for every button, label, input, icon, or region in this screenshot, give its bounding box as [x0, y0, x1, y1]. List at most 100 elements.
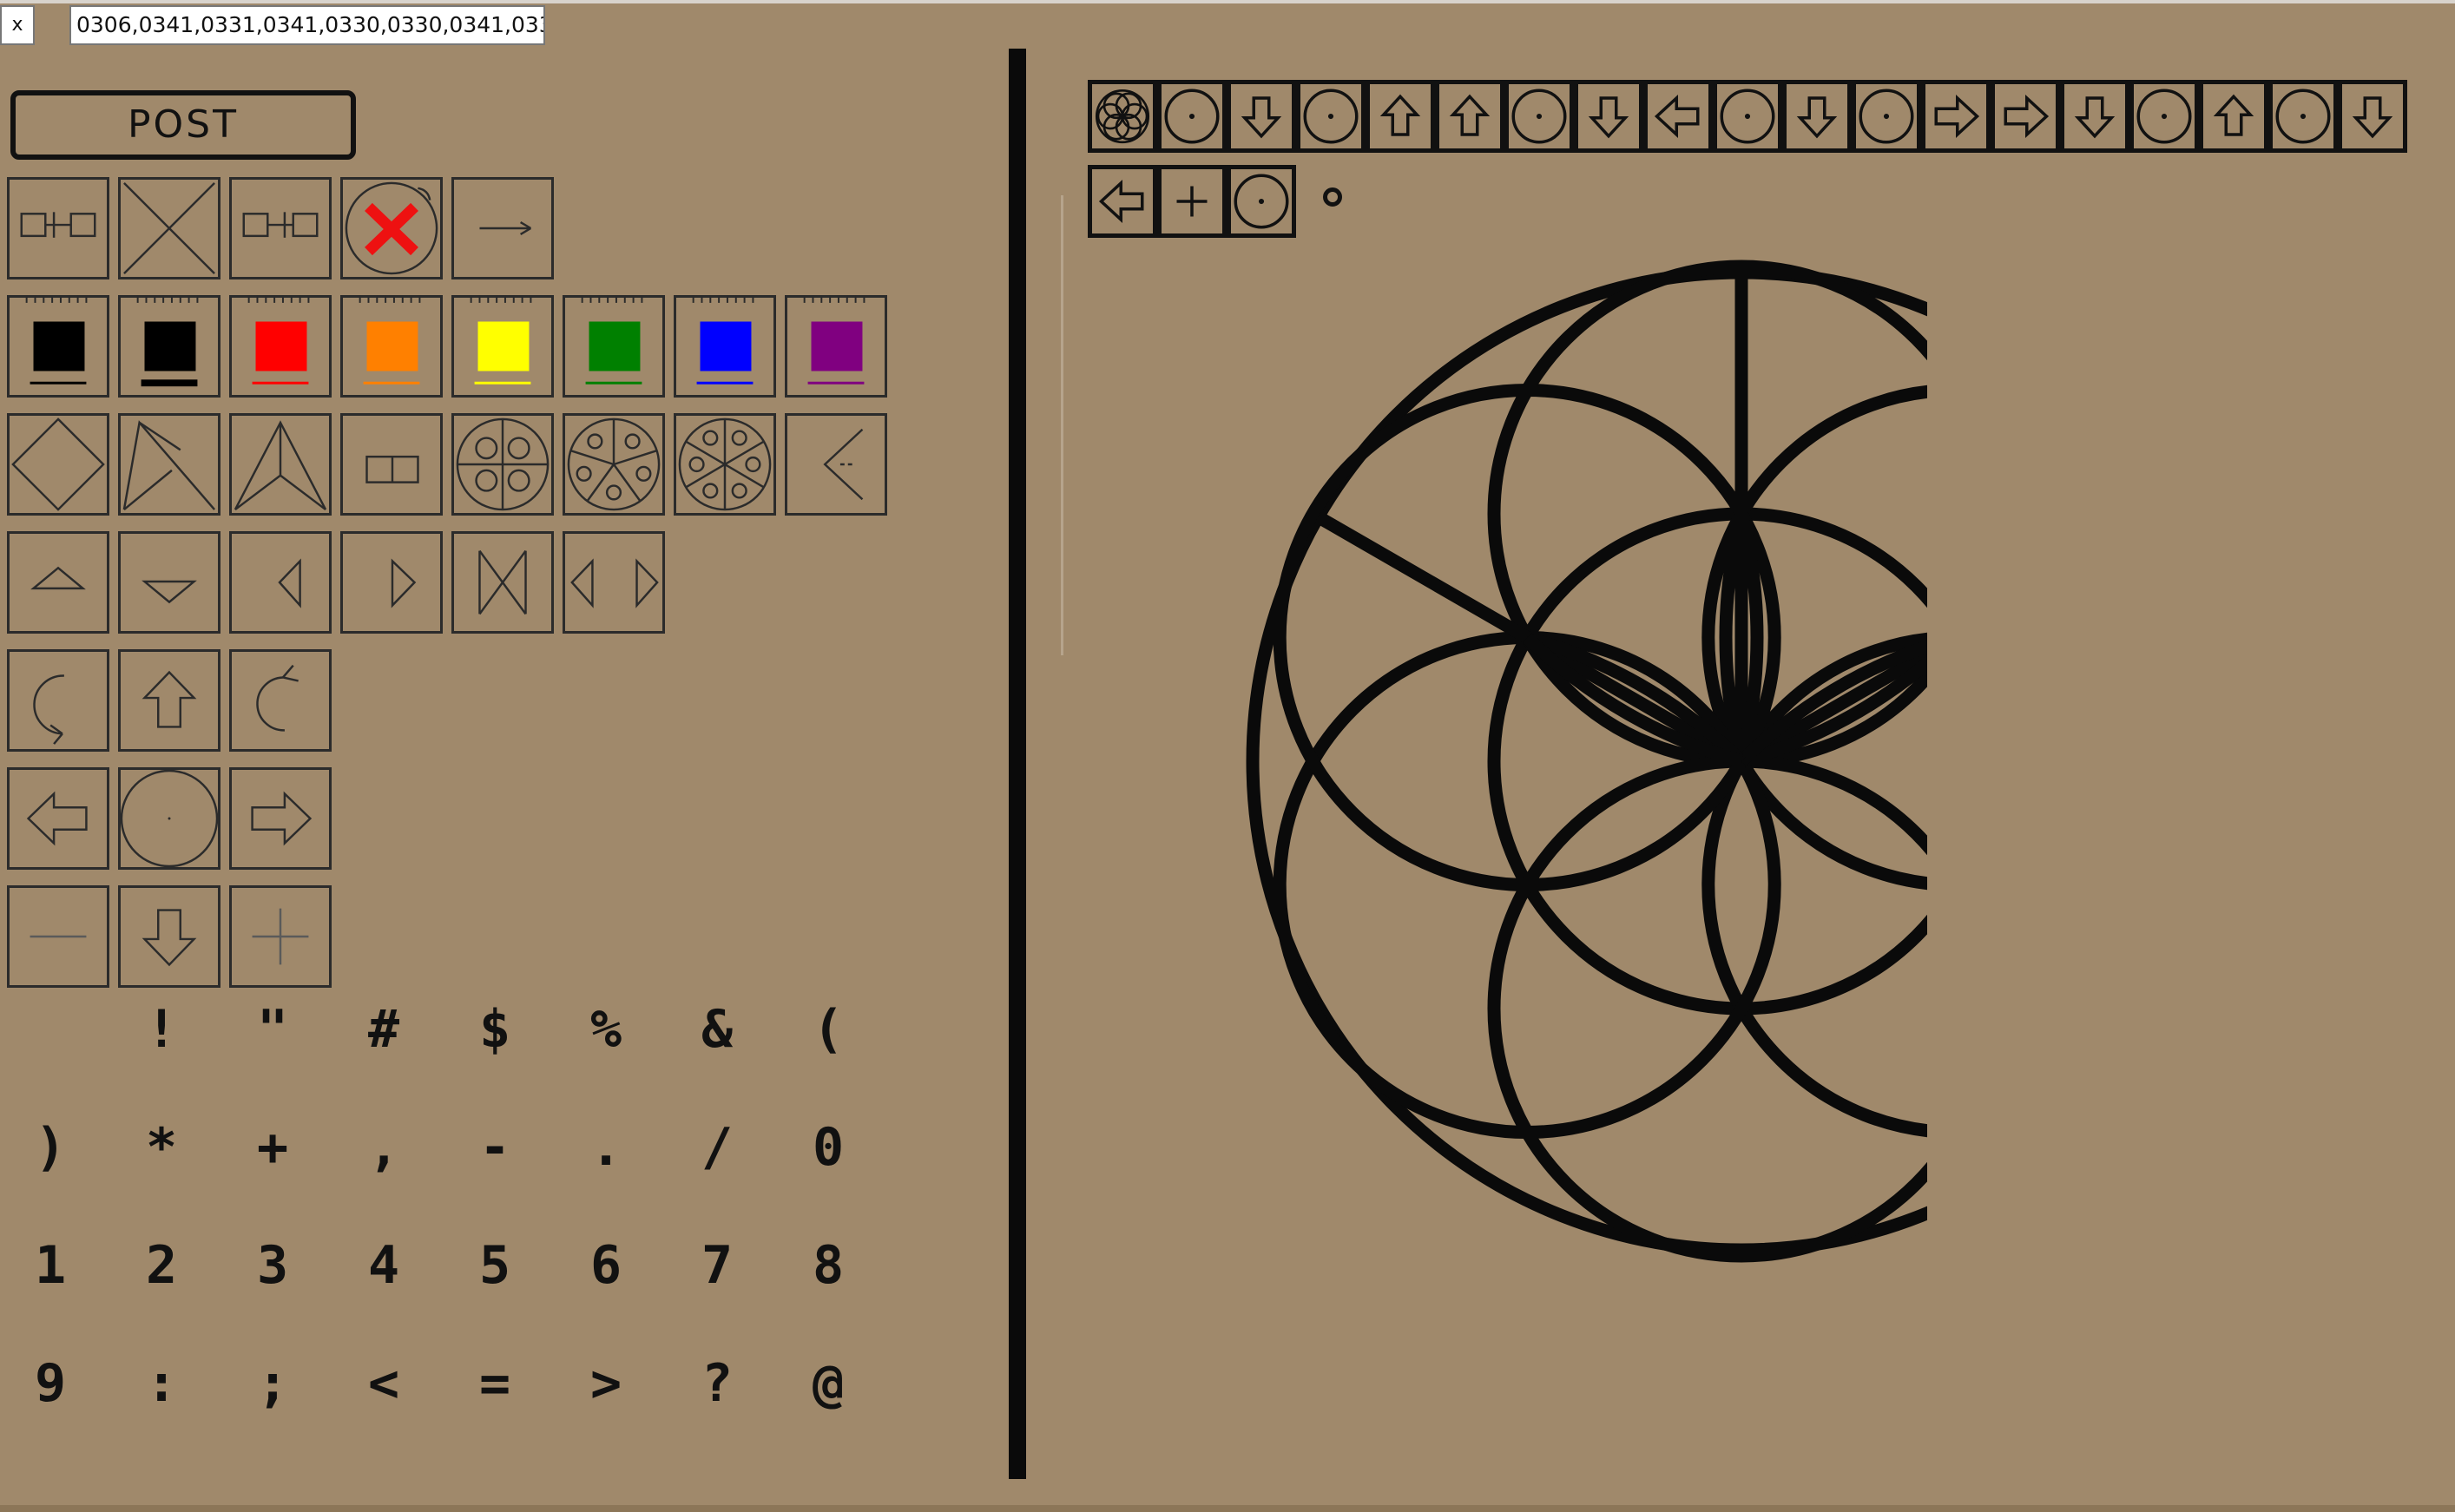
- symbol-key[interactable]: &: [682, 995, 752, 1064]
- seq-flower-icon[interactable]: [1088, 80, 1157, 153]
- black-thin-icon[interactable]: [7, 295, 109, 398]
- symbol-key[interactable]: 3: [238, 1231, 307, 1300]
- symbol-key[interactable]: *: [127, 1113, 196, 1182]
- yellow-icon[interactable]: [451, 295, 554, 398]
- center-circle-icon[interactable]: [118, 767, 220, 870]
- rect-icon[interactable]: [340, 413, 443, 516]
- close-button[interactable]: x: [0, 5, 35, 45]
- seq-dot-icon[interactable]: [1227, 165, 1296, 238]
- rotate-ccw-icon[interactable]: [7, 649, 109, 752]
- seq-right-icon[interactable]: [1921, 80, 1991, 153]
- diamond-icon[interactable]: [7, 413, 109, 516]
- symbol-key[interactable]: ): [16, 1113, 85, 1182]
- symbol-key[interactable]: %: [571, 995, 641, 1064]
- green-icon[interactable]: [563, 295, 665, 398]
- seq-down-icon[interactable]: [2338, 80, 2407, 153]
- plus-icon-glyph: [252, 908, 309, 965]
- seq-dot-icon[interactable]: [2268, 80, 2338, 153]
- purple-icon[interactable]: [785, 295, 887, 398]
- symbol-key[interactable]: (: [793, 995, 863, 1064]
- seq-dot-icon[interactable]: [1504, 80, 1574, 153]
- seq-down-icon[interactable]: [1782, 80, 1852, 153]
- bowtie-icon[interactable]: [451, 531, 554, 634]
- symbol-key[interactable]: ,: [349, 1113, 418, 1182]
- split-left-icon[interactable]: [7, 177, 109, 279]
- triangle-left-icon[interactable]: [229, 531, 332, 634]
- symbol-key[interactable]: .: [571, 1113, 641, 1182]
- arrow-left-icon[interactable]: [7, 767, 109, 870]
- seq-right-icon[interactable]: [1991, 80, 2060, 153]
- seq-dot-icon[interactable]: [1852, 80, 1921, 153]
- seq-left-icon[interactable]: [1088, 165, 1157, 238]
- angle-icon[interactable]: [785, 413, 887, 516]
- orange-icon[interactable]: [340, 295, 443, 398]
- arrow-right-icon[interactable]: [451, 177, 554, 279]
- symbol-key[interactable]: ;: [238, 1349, 307, 1418]
- four-circles-icon[interactable]: [451, 413, 554, 516]
- seq-dot-icon[interactable]: [1157, 80, 1227, 153]
- split-right-icon-glyph: [242, 212, 319, 238]
- symbol-key[interactable]: 2: [127, 1231, 196, 1300]
- symbol-key[interactable]: @: [793, 1349, 863, 1418]
- rotate-cw-icon-glyph: [256, 664, 299, 732]
- plus-icon[interactable]: [229, 885, 332, 988]
- seq-up-icon[interactable]: [1435, 80, 1504, 153]
- symbol-key[interactable]: 0: [793, 1113, 863, 1182]
- seq-up-icon[interactable]: [1366, 80, 1435, 153]
- seq-dot-icon[interactable]: [1296, 80, 1366, 153]
- arrow-up-icon-glyph: [142, 670, 197, 728]
- red-icon[interactable]: [229, 295, 332, 398]
- triangle-right-icon[interactable]: [340, 531, 443, 634]
- symbol-key[interactable]: 4: [349, 1231, 418, 1300]
- clear-icon[interactable]: [118, 177, 220, 279]
- symbol-key[interactable]: ?: [682, 1349, 752, 1418]
- split-right-icon[interactable]: [229, 177, 332, 279]
- symbol-key[interactable]: -: [460, 1113, 530, 1182]
- five-circles-icon[interactable]: [563, 413, 665, 516]
- arrow-right-icon-glyph: [479, 221, 532, 235]
- symbol-key[interactable]: 1: [16, 1231, 85, 1300]
- symbol-key[interactable]: $: [460, 995, 530, 1064]
- symbol-key[interactable]: 8: [793, 1231, 863, 1300]
- seq-down-icon[interactable]: [1227, 80, 1296, 153]
- rotate-cw-icon[interactable]: [229, 649, 332, 752]
- address-input[interactable]: 0306,0341,0331,0341,0330,0330,0341,033: [69, 5, 545, 45]
- seq-down-icon[interactable]: [1574, 80, 1643, 153]
- black-thick-icon[interactable]: [118, 295, 220, 398]
- arrow-up-icon[interactable]: [118, 649, 220, 752]
- symbol-key[interactable]: #: [349, 995, 418, 1064]
- symbol-key[interactable]: +: [238, 1113, 307, 1182]
- minus-icon[interactable]: [7, 885, 109, 988]
- seq-plus-icon[interactable]: [1157, 165, 1227, 238]
- delete-icon[interactable]: [340, 177, 443, 279]
- kite-icon[interactable]: [118, 413, 220, 516]
- triangle-down-icon[interactable]: [118, 531, 220, 634]
- arrow-down-icon[interactable]: [118, 885, 220, 988]
- symbol-key[interactable]: 6: [571, 1231, 641, 1300]
- six-circles-icon[interactable]: [674, 413, 776, 516]
- seq-dot-icon[interactable]: [1713, 80, 1782, 153]
- blue-icon[interactable]: [674, 295, 776, 398]
- seq-left-icon[interactable]: [1643, 80, 1713, 153]
- symbol-key[interactable]: :: [127, 1349, 196, 1418]
- drawing-canvas[interactable]: [1215, 252, 1927, 1293]
- triangle-up-icon[interactable]: [7, 531, 109, 634]
- seq-dot-icon[interactable]: [2129, 80, 2199, 153]
- symbol-key[interactable]: ": [238, 995, 307, 1064]
- triangle-icon[interactable]: [229, 413, 332, 516]
- seq-down-icon[interactable]: [2060, 80, 2129, 153]
- panel-divider[interactable]: [1009, 49, 1026, 1479]
- symbol-key[interactable]: !: [127, 995, 196, 1064]
- double-triangle-icon[interactable]: [563, 531, 665, 634]
- symbol-key[interactable]: 9: [16, 1349, 85, 1418]
- seq-up-icon[interactable]: [2199, 80, 2268, 153]
- symbol-key[interactable]: <: [349, 1349, 418, 1418]
- symbol-key[interactable]: =: [460, 1349, 530, 1418]
- symbol-key[interactable]: 7: [682, 1231, 752, 1300]
- symbol-key[interactable]: /: [682, 1113, 752, 1182]
- post-button[interactable]: POST: [10, 90, 356, 160]
- triangle-icon-glyph: [234, 420, 327, 511]
- symbol-key[interactable]: 5: [460, 1231, 530, 1300]
- arrow-right-outline-icon[interactable]: [229, 767, 332, 870]
- symbol-key[interactable]: >: [571, 1349, 641, 1418]
